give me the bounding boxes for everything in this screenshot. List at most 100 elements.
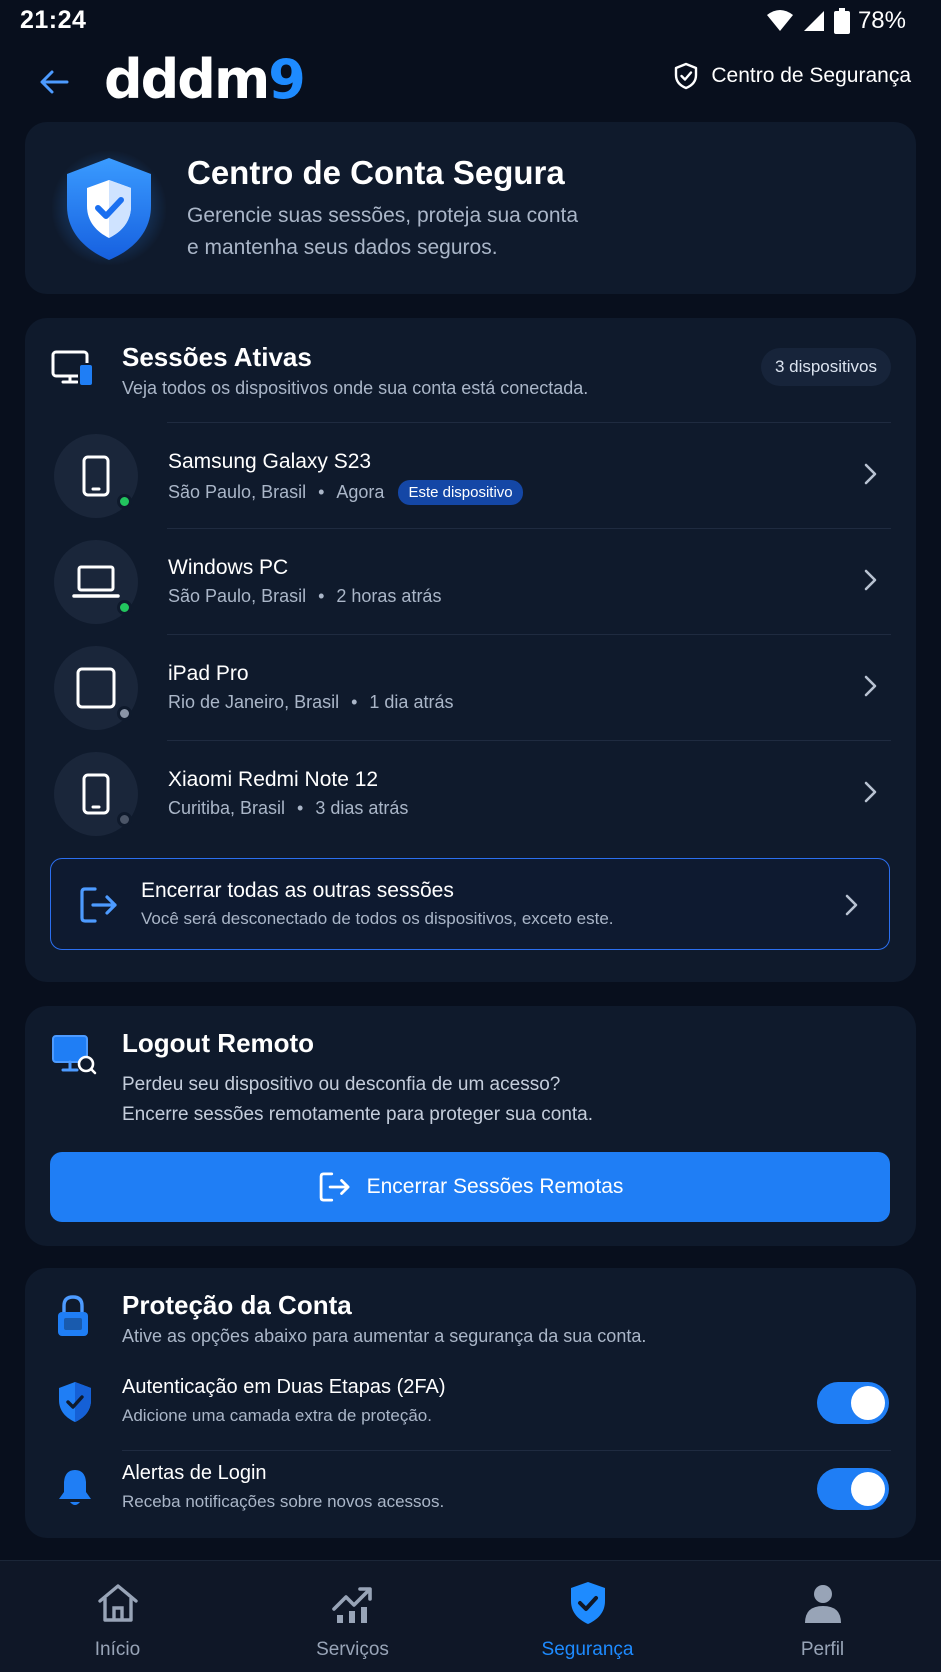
session-row-samsung[interactable]: Samsung Galaxy S23 São Paulo, Brasil • A… [25, 422, 916, 528]
remote-description-line: Encerre sessões remotamente para protege… [122, 1104, 594, 1125]
device-location: Curitiba, Brasil [168, 798, 286, 818]
divider [167, 422, 891, 423]
remote-logout-card: Logout Remoto Perdeu seu dispositivo ou … [25, 1006, 916, 1246]
device-name: Windows PC [168, 556, 289, 579]
offline-status-dot [117, 812, 132, 827]
end-others-subtitle: Você será desconectado de todos os dispo… [141, 909, 614, 928]
nav-label: Segurança [541, 1639, 634, 1660]
sessions-subtitle: Veja todos os dispositivos onde sua cont… [122, 378, 589, 398]
two-factor-title: Autenticação em Duas Etapas (2FA) [122, 1376, 446, 1398]
logo-accent: 9 [268, 48, 306, 111]
status-bar: 21:24 78% [0, 0, 941, 44]
protection-subtitle: Ative as opções abaixo para aumentar a s… [122, 1326, 647, 1346]
two-factor-toggle[interactable] [817, 1382, 889, 1424]
toggle-knob [851, 1472, 885, 1506]
logout-icon [80, 887, 117, 923]
chevron-right-icon [845, 894, 858, 916]
login-alerts-subtitle: Receba notificações sobre novos acessos. [122, 1492, 445, 1511]
device-count-badge: 3 dispositivos [760, 348, 891, 386]
end-remote-sessions-button[interactable]: Encerrar Sessões Remotas [50, 1152, 890, 1222]
device-location: São Paulo, Brasil [168, 586, 307, 606]
remote-logout-description: Perdeu seu dispositivo ou desconfia de u… [122, 1070, 593, 1130]
chevron-right-icon [864, 675, 877, 697]
device-last-active: Agora [336, 482, 385, 502]
smartphone-icon [82, 773, 110, 815]
signal-icon [803, 11, 824, 31]
hero-description: Gerencie suas sessões, proteja sua conta… [187, 200, 647, 264]
app-header: dddm9 Centro de Segurança [0, 44, 941, 120]
two-factor-subtitle: Adicione uma camada extra de proteção. [122, 1406, 432, 1425]
chevron-right-icon [864, 781, 877, 803]
lock-icon [58, 1295, 88, 1336]
laptop-icon [72, 565, 120, 598]
device-last-active: 1 dia atrás [369, 692, 454, 712]
divider [167, 740, 891, 741]
online-status-dot [117, 494, 132, 509]
end-others-title: Encerrar todas as outras sessões [141, 879, 454, 902]
nav-label: Serviços [316, 1639, 389, 1660]
login-alerts-row: Alertas de Login Receba notificações sob… [25, 1448, 916, 1532]
device-meta: São Paulo, Brasil • Agora Este dispositi… [168, 480, 523, 505]
device-meta: Rio de Janeiro, Brasil • 1 dia atrás [168, 692, 454, 712]
protection-title: Proteção da Conta [122, 1290, 352, 1320]
nav-label: Início [94, 1639, 141, 1660]
device-last-active: 3 dias atrás [315, 798, 409, 818]
account-protection-card: Proteção da Conta Ative as opções abaixo… [25, 1268, 916, 1538]
shield-check-icon [675, 62, 698, 90]
nav-label: Perfil [800, 1639, 845, 1660]
end-remote-sessions-label: Encerrar Sessões Remotas [366, 1175, 624, 1198]
remote-logout-title: Logout Remoto [122, 1028, 315, 1058]
home-icon [97, 1584, 138, 1622]
nav-item-inicio[interactable]: Início [0, 1561, 235, 1672]
device-name: Xiaomi Redmi Note 12 [168, 768, 379, 791]
active-sessions-card: Sessões Ativas Veja todos os dispositivo… [25, 318, 916, 982]
arrow-left-icon [40, 70, 69, 94]
chevron-right-icon [864, 463, 877, 485]
logo-text: dddm [104, 48, 270, 111]
hero-description-line: e mantenha seus dados seguros. [187, 236, 498, 259]
security-center-link[interactable]: Centro de Segurança [673, 62, 911, 90]
session-row-xiaomi[interactable]: Xiaomi Redmi Note 12 Curitiba, Brasil • … [25, 740, 916, 846]
person-icon [804, 1585, 841, 1623]
device-location: Rio de Janeiro, Brasil [168, 692, 340, 712]
battery-level: 78% [857, 7, 906, 34]
login-alerts-toggle[interactable] [817, 1468, 889, 1510]
login-alerts-title: Alertas de Login [122, 1462, 267, 1484]
toggle-knob [851, 1386, 885, 1420]
shield-icon [59, 1382, 91, 1422]
sessions-title: Sessões Ativas [122, 342, 312, 372]
device-location: São Paulo, Brasil [168, 482, 307, 502]
this-device-badge: Este dispositivo [398, 480, 523, 505]
hero-title: Centro de Conta Segura [187, 154, 565, 191]
wifi-icon [766, 10, 793, 31]
chart-icon [331, 1587, 372, 1623]
back-button[interactable] [32, 60, 76, 104]
device-last-active: 2 horas atrás [336, 586, 442, 606]
devices-icon [51, 350, 94, 387]
two-factor-row: Autenticação em Duas Etapas (2FA) Adicio… [25, 1362, 916, 1446]
offline-status-dot [117, 706, 132, 721]
remote-monitor-icon [52, 1035, 97, 1075]
end-other-sessions-button[interactable]: Encerrar todas as outras sessões Você se… [50, 858, 890, 950]
remote-description-line: Perdeu seu dispositivo ou desconfia de u… [122, 1074, 561, 1095]
session-row-ipad-pro[interactable]: iPad Pro Rio de Janeiro, Brasil • 1 dia … [25, 634, 916, 740]
bottom-navigation: Início Serviços Segurança Perfil [0, 1560, 941, 1672]
nav-item-servicos[interactable]: Serviços [235, 1561, 470, 1672]
bell-icon [59, 1470, 91, 1505]
nav-item-perfil[interactable]: Perfil [705, 1561, 940, 1672]
hero-description-line: Gerencie suas sessões, proteja sua conta [187, 204, 579, 227]
status-icons: 78% [766, 7, 906, 35]
divider [167, 528, 891, 529]
device-meta: Curitiba, Brasil • 3 dias atrás [168, 798, 409, 818]
status-time: 21:24 [20, 6, 87, 34]
hero-card: Centro de Conta Segura Gerencie suas ses… [25, 122, 916, 294]
divider [167, 634, 891, 635]
security-center-label: Centro de Segurança [711, 64, 911, 87]
smartphone-icon [82, 455, 110, 497]
shield-badge-icon [51, 150, 167, 266]
app-logo: dddm9 [104, 48, 306, 111]
chevron-right-icon [864, 569, 877, 591]
device-name: Samsung Galaxy S23 [168, 450, 372, 473]
nav-item-seguranca[interactable]: Segurança [470, 1561, 705, 1672]
session-row-windows-pc[interactable]: Windows PC São Paulo, Brasil • 2 horas a… [25, 528, 916, 634]
